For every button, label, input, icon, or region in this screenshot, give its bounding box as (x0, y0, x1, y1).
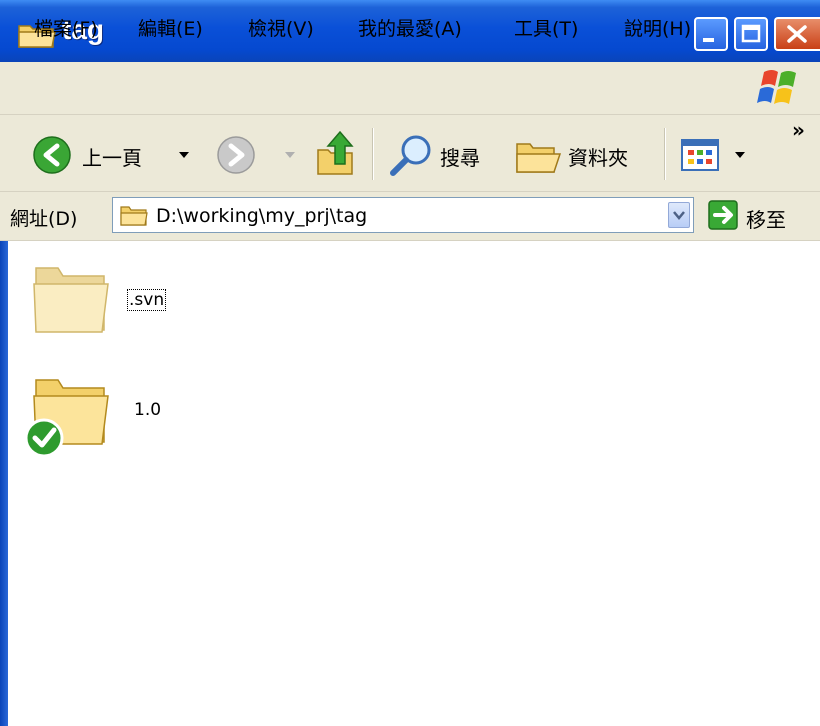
chevron-down-icon (673, 211, 685, 220)
folder-icon[interactable] (30, 260, 110, 336)
forward-arrow-icon[interactable] (216, 135, 256, 175)
toolbar-more-button[interactable]: » (792, 118, 805, 142)
toolbar-separator (664, 128, 666, 180)
minimize-button[interactable] (694, 17, 728, 51)
address-label: 網址(D) (10, 208, 78, 230)
menu-file[interactable]: 檔案(F) (34, 14, 98, 41)
folder-ok-icon[interactable] (24, 372, 112, 460)
file-item-label[interactable]: .svn (126, 289, 167, 311)
search-button-label[interactable]: 搜尋 (440, 142, 480, 171)
maximize-button[interactable] (734, 17, 768, 51)
close-button[interactable] (774, 17, 820, 51)
go-button-label[interactable]: 移至 (746, 204, 786, 233)
forward-dropdown-icon[interactable] (284, 150, 296, 160)
folders-button-label[interactable]: 資料夾 (568, 142, 628, 171)
file-item-label[interactable]: 1.0 (134, 400, 161, 420)
back-button-label[interactable]: 上一頁 (82, 142, 142, 171)
views-icon[interactable] (680, 138, 720, 172)
toolbar-separator (372, 128, 374, 180)
back-arrow-icon[interactable] (32, 135, 72, 175)
menu-edit[interactable]: 編輯(E) (138, 14, 203, 41)
folder-icon (120, 206, 148, 226)
search-icon[interactable] (388, 132, 434, 178)
close-icon (787, 25, 807, 43)
address-dropdown-button[interactable] (668, 202, 690, 228)
minimize-icon (703, 38, 714, 42)
address-value[interactable]: D:\working\my_prj\tag (156, 205, 367, 227)
menu-favorites[interactable]: 我的最愛(A) (358, 14, 462, 41)
views-dropdown-icon[interactable] (734, 150, 746, 160)
back-dropdown-icon[interactable] (178, 150, 190, 160)
windows-logo-icon (757, 70, 796, 104)
explorer-window: tag 檔案(F) 編輯(E) 檢視(V) 我的最愛(A) 工具(T) 說明(H… (0, 0, 820, 726)
go-arrow-icon[interactable] (708, 200, 738, 230)
up-folder-icon[interactable] (314, 128, 358, 178)
menu-bar (0, 62, 820, 115)
window-frame-left (0, 241, 8, 726)
menu-view[interactable]: 檢視(V) (248, 14, 314, 41)
folders-icon[interactable] (514, 132, 562, 178)
menu-help[interactable]: 說明(H) (624, 14, 691, 41)
maximize-icon (741, 24, 761, 43)
menu-tools[interactable]: 工具(T) (514, 14, 578, 41)
file-list[interactable] (8, 241, 820, 726)
